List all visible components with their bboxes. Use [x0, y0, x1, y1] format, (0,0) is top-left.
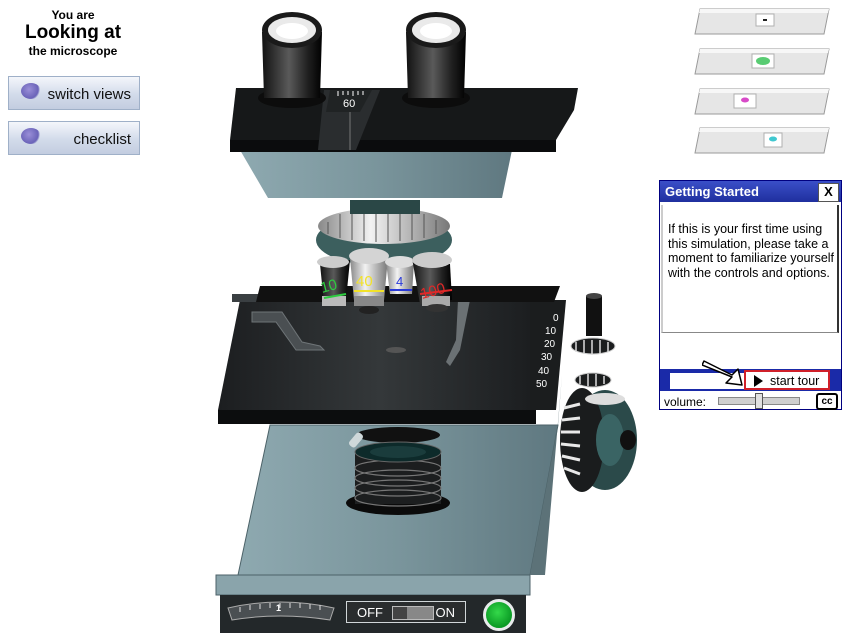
status-line-1: You are — [51, 8, 95, 22]
checklist-label: checklist — [73, 131, 131, 148]
start-tour-label: start tour — [770, 374, 820, 388]
play-icon — [754, 375, 763, 387]
objective-4-label: 4 — [396, 274, 403, 289]
stage-scale-0: 0 — [553, 313, 559, 324]
slide-2[interactable] — [694, 48, 830, 75]
closed-captions-button[interactable]: cc — [816, 393, 838, 410]
stage-scale-50: 50 — [536, 379, 548, 390]
microscope: 0 10 20 30 40 50 10 40 4 100 60 — [215, 12, 637, 633]
power-light-button[interactable] — [483, 599, 515, 631]
close-button[interactable]: X — [818, 183, 839, 202]
stage-knobs[interactable] — [570, 293, 616, 388]
dialog-message: If this is your first time using this si… — [668, 222, 835, 280]
status-line-2: Looking at — [24, 22, 122, 43]
switch-views-button[interactable]: switch views — [8, 76, 140, 110]
stage-scale-20: 20 — [544, 339, 556, 350]
slide-4[interactable] — [694, 127, 830, 154]
volume-label: volume: — [664, 395, 707, 409]
slide-3[interactable] — [694, 88, 830, 115]
switch-off-label: OFF — [357, 605, 383, 620]
cell-blob-icon — [21, 128, 41, 144]
stage-scale-10: 10 — [545, 326, 557, 337]
power-switch[interactable]: OFF ON — [346, 601, 466, 623]
cell-blob-icon — [21, 83, 41, 99]
eyepiece-scale: 60 — [343, 98, 355, 110]
volume-slider-thumb[interactable] — [755, 393, 763, 409]
switch-track — [392, 606, 434, 620]
dialog-title: Getting Started — [665, 184, 759, 199]
status-line-3: the microscope — [28, 44, 118, 58]
switch-views-label: switch views — [47, 86, 131, 103]
switch-on-label: ON — [435, 605, 456, 620]
objective-40-label: 40 — [356, 273, 373, 290]
getting-started-dialog: Getting Started X If this is your first … — [659, 180, 842, 410]
left-eyepiece[interactable] — [258, 12, 326, 108]
slide-1[interactable] — [694, 8, 830, 35]
arrow-pointer-icon — [702, 360, 743, 386]
light-dial-value: 1 — [276, 603, 282, 613]
stage-scale-40: 40 — [538, 366, 550, 377]
stage-scale-30: 30 — [541, 352, 553, 363]
view-status: You are Looking at the microscope — [8, 8, 138, 58]
checklist-button[interactable]: checklist — [8, 121, 140, 155]
dialog-titlebar: Getting Started X — [660, 181, 841, 202]
start-tour-button[interactable]: start tour — [744, 370, 830, 390]
focus-knob[interactable] — [560, 388, 637, 492]
right-eyepiece[interactable] — [402, 12, 470, 108]
switch-knob — [393, 607, 407, 619]
